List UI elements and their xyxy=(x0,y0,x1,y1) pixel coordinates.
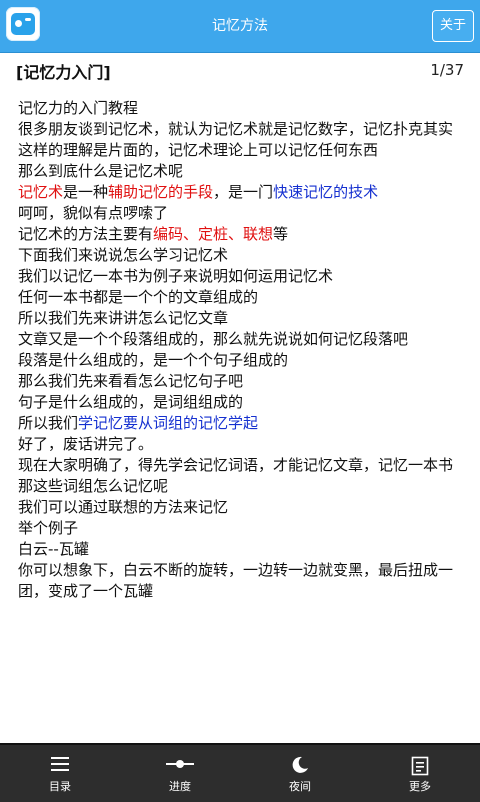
text-paragraph: 记忆术的方法主要有编码、定桩、联想等 xyxy=(18,224,466,245)
text-paragraph: 下面我们来说说怎么学习记忆术 xyxy=(18,245,466,266)
chapter-title: [记忆力入门] xyxy=(16,63,111,82)
nav-tab-toc[interactable]: 目录 xyxy=(0,745,120,802)
nav-tab-more[interactable]: 更多 xyxy=(360,745,480,802)
text-run: 你可以想象下，白云不断的旋转，一边转一边就变黑，最后扭成一团，变成了一个瓦罐 xyxy=(18,561,454,600)
text-run: ，是一门 xyxy=(213,183,274,201)
text-paragraph: 那这些词组怎么记忆呢 xyxy=(18,476,466,497)
text-paragraph: 句子是什么组成的，是词组组成的 xyxy=(18,392,466,413)
reading-area[interactable]: [记忆力入门] 1/37 记忆力的入门教程 很多朋友谈到记忆术，就认为记忆术就是… xyxy=(0,53,480,743)
text-paragraph: 文章又是一个个段落组成的，那么就先说说如何记忆段落吧 xyxy=(18,329,466,350)
text-run: 白云--瓦罐 xyxy=(18,540,89,558)
text-paragraph: 你可以想象下，白云不断的旋转，一边转一边就变黑，最后扭成一团，变成了一个瓦罐 xyxy=(18,560,466,602)
text-run: 好了，废话讲完了。 xyxy=(18,435,154,453)
nav-tab-label: 目录 xyxy=(49,780,71,793)
text-paragraph: 记忆术是一种辅助记忆的手段，是一门快速记忆的技术 xyxy=(18,182,466,203)
chapter-body: 记忆力的入门教程 很多朋友谈到记忆术，就认为记忆术就是记忆数字，记忆扑克其实这样… xyxy=(18,98,466,602)
text-run: 段落是什么组成的，是一个个句子组成的 xyxy=(18,351,289,369)
text-paragraph: 那么到底什么是记忆术呢 xyxy=(18,161,466,182)
text-run: 那么到底什么是记忆术呢 xyxy=(18,162,184,180)
text-run: 现在大家明确了，得先学会记忆词语，才能记忆文章，记忆一本书 xyxy=(18,456,454,474)
text-run: 记忆力的入门教程 xyxy=(18,99,139,117)
text-paragraph: 白云--瓦罐 xyxy=(18,539,466,560)
about-button[interactable]: 关于 xyxy=(432,10,474,42)
page-indicator: 1/37 xyxy=(430,61,464,79)
progress-slider-icon xyxy=(165,756,195,776)
highlighted-text: 记忆术 xyxy=(18,183,64,201)
text-paragraph: 呵呵，貌似有点啰嗦了 xyxy=(18,203,466,224)
text-run: 下面我们来说说怎么学习记忆术 xyxy=(18,246,229,264)
text-run: 记忆术的方法主要有 xyxy=(18,225,154,243)
text-paragraph: 段落是什么组成的，是一个个句子组成的 xyxy=(18,350,466,371)
text-paragraph: 任何一本书都是一个个的文章组成的 xyxy=(18,287,466,308)
text-paragraph: 我们以记忆一本书为例子来说明如何运用记忆术 xyxy=(18,266,466,287)
text-run: 所以我们先来讲讲怎么记忆文章 xyxy=(18,309,229,327)
text-paragraph: 所以我们先来讲讲怎么记忆文章 xyxy=(18,308,466,329)
text-run: 任何一本书都是一个个的文章组成的 xyxy=(18,288,259,306)
highlighted-text: 快速记忆的技术 xyxy=(273,183,379,201)
text-run: 是一种 xyxy=(63,183,109,201)
text-run: 那么我们先来看看怎么记忆句子吧 xyxy=(18,372,244,390)
nav-tab-progress[interactable]: 进度 xyxy=(120,745,240,802)
text-paragraph: 很多朋友谈到记忆术，就认为记忆术就是记忆数字，记忆扑克其实这样的理解是片面的，记… xyxy=(18,119,466,161)
highlighted-text: 辅助记忆的手段 xyxy=(108,183,214,201)
nav-tab-label: 夜间 xyxy=(289,780,311,793)
text-paragraph: 我们可以通过联想的方法来记忆 xyxy=(18,497,466,518)
page-title: 记忆方法 xyxy=(212,18,268,34)
text-run: 我们可以通过联想的方法来记忆 xyxy=(18,498,229,516)
highlighted-text: 编码、定桩、联想 xyxy=(153,225,274,243)
top-bar: 记忆方法 关于 xyxy=(0,0,480,53)
text-run: 句子是什么组成的，是词组组成的 xyxy=(18,393,244,411)
nav-tab-night[interactable]: 夜间 xyxy=(240,745,360,802)
nav-tab-label: 更多 xyxy=(409,780,431,793)
more-document-icon xyxy=(411,756,429,780)
text-paragraph: 记忆力的入门教程 xyxy=(18,98,466,119)
text-run: 呵呵，貌似有点啰嗦了 xyxy=(18,204,169,222)
moon-icon xyxy=(291,756,309,778)
text-paragraph: 举个例子 xyxy=(18,518,466,539)
text-run: 举个例子 xyxy=(18,519,79,537)
text-run: 我们以记忆一本书为例子来说明如何运用记忆术 xyxy=(18,267,334,285)
highlighted-text: 学记忆要从词组的记忆学起 xyxy=(78,414,259,432)
nav-tab-label: 进度 xyxy=(169,780,191,793)
text-paragraph: 好了，废话讲完了。 xyxy=(18,434,466,455)
text-run: 那这些词组怎么记忆呢 xyxy=(18,477,169,495)
list-icon xyxy=(50,756,70,776)
bottom-nav: 目录 进度 夜间 更多 xyxy=(0,743,480,802)
text-run: 等 xyxy=(273,225,289,243)
text-paragraph: 那么我们先来看看怎么记忆句子吧 xyxy=(18,371,466,392)
text-run: 文章又是一个个段落组成的，那么就先说说如何记忆段落吧 xyxy=(18,330,409,348)
text-paragraph: 现在大家明确了，得先学会记忆词语，才能记忆文章，记忆一本书 xyxy=(18,455,466,476)
text-run: 很多朋友谈到记忆术，就认为记忆术就是记忆数字，记忆扑克其实这样的理解是片面的，记… xyxy=(18,120,454,159)
text-run: 所以我们 xyxy=(18,414,79,432)
text-paragraph: 所以我们学记忆要从词组的记忆学起 xyxy=(18,413,466,434)
